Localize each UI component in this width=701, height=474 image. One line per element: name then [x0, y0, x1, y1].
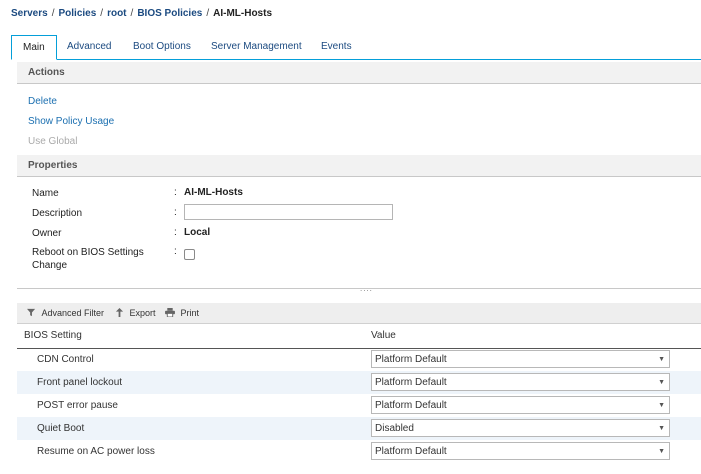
table-row[interactable]: CDN Control Platform Default ▼ [17, 348, 701, 371]
print-icon [165, 308, 178, 318]
reboot-label-line2: Change [32, 260, 68, 271]
value-select[interactable]: Platform Default ▼ [371, 350, 670, 368]
value-select-text: Platform Default [375, 354, 447, 365]
tab-boot-options[interactable]: Boot Options [122, 35, 202, 58]
reboot-label: Reboot on BIOS Settings Change [32, 246, 144, 272]
chevron-down-icon: ▼ [658, 402, 665, 409]
breadcrumb-root[interactable]: root [107, 8, 126, 19]
value-select-text: Platform Default [375, 446, 447, 457]
description-label: Description [32, 208, 83, 219]
table-row[interactable]: POST error pause Platform Default ▼ [17, 394, 701, 417]
column-header-value[interactable]: Value [371, 324, 396, 348]
grid-header: BIOS Setting Value [17, 324, 701, 349]
export-icon [115, 308, 127, 318]
chevron-down-icon: ▼ [658, 425, 665, 432]
name-value: AI-ML-Hosts [184, 187, 243, 198]
advanced-filter-label: Advanced Filter [41, 308, 105, 318]
description-field[interactable] [184, 204, 393, 220]
bios-setting-name: Quiet Boot [37, 423, 85, 434]
bios-setting-name: Resume on AC power loss [37, 446, 155, 457]
chevron-down-icon: ▼ [658, 379, 665, 386]
export-label: Export [129, 308, 156, 318]
name-colon: : [174, 187, 177, 198]
breadcrumb-separator: / [130, 8, 134, 19]
bios-setting-name: CDN Control [37, 354, 94, 365]
owner-value: Local [184, 227, 211, 238]
print-button[interactable]: Print [165, 303, 199, 323]
value-select-text: Platform Default [375, 400, 447, 411]
breadcrumb-servers[interactable]: Servers [11, 8, 48, 19]
reboot-checkbox[interactable] [184, 249, 195, 260]
breadcrumb-separator: / [100, 8, 104, 19]
table-row[interactable]: Front panel lockout Platform Default ▼ [17, 371, 701, 394]
advanced-filter-button[interactable]: Advanced Filter [27, 303, 104, 323]
table-row[interactable]: Quiet Boot Disabled ▼ [17, 417, 701, 440]
tab-server-management[interactable]: Server Management [200, 35, 313, 58]
panel-splitter[interactable] [17, 288, 701, 289]
bios-setting-name: POST error pause [37, 400, 118, 411]
tab-main[interactable]: Main [11, 35, 57, 60]
value-select-text: Disabled [375, 423, 414, 434]
owner-label: Owner [32, 228, 62, 239]
value-select-text: Platform Default [375, 377, 447, 388]
column-header-bios-setting[interactable]: BIOS Setting [24, 324, 82, 348]
breadcrumb-bios-policies[interactable]: BIOS Policies [137, 8, 202, 19]
table-row[interactable]: Resume on AC power loss Platform Default… [17, 440, 701, 463]
owner-colon: : [174, 227, 177, 238]
breadcrumb-policies[interactable]: Policies [58, 8, 96, 19]
breadcrumb: Servers / Policies / root / BIOS Policies / AI-M… [11, 8, 272, 19]
export-button[interactable]: Export [115, 303, 156, 323]
reboot-colon: : [174, 246, 177, 257]
show-policy-usage-link[interactable]: Show Policy Usage [28, 116, 114, 127]
tab-events[interactable]: Events [310, 35, 363, 58]
reboot-label-line1: Reboot on BIOS Settings [32, 247, 144, 258]
breadcrumb-separator: / [206, 8, 210, 19]
tab-bar: Main Advanced Boot Options Server Manage… [11, 35, 701, 60]
filter-icon [27, 308, 39, 318]
actions-section-title: Actions [17, 62, 701, 84]
grid-toolbar: Advanced Filter Export Print [17, 303, 701, 324]
breadcrumb-separator: / [51, 8, 55, 19]
delete-link[interactable]: Delete [28, 96, 57, 107]
print-label: Print [180, 308, 200, 318]
name-label: Name [32, 188, 59, 199]
properties-section-title: Properties [17, 155, 701, 177]
bios-setting-name: Front panel lockout [37, 377, 123, 388]
value-select[interactable]: Platform Default ▼ [371, 373, 670, 391]
use-global-link: Use Global [28, 136, 78, 147]
description-colon: : [174, 207, 177, 218]
chevron-down-icon: ▼ [658, 448, 665, 455]
tab-advanced[interactable]: Advanced [56, 35, 122, 58]
chevron-down-icon: ▼ [658, 356, 665, 363]
breadcrumb-current: AI-ML-Hosts [213, 8, 273, 19]
value-select[interactable]: Platform Default ▼ [371, 396, 670, 414]
splitter-grip-icon[interactable]: .... [360, 284, 373, 293]
value-select[interactable]: Platform Default ▼ [371, 442, 670, 460]
value-select[interactable]: Disabled ▼ [371, 419, 670, 437]
